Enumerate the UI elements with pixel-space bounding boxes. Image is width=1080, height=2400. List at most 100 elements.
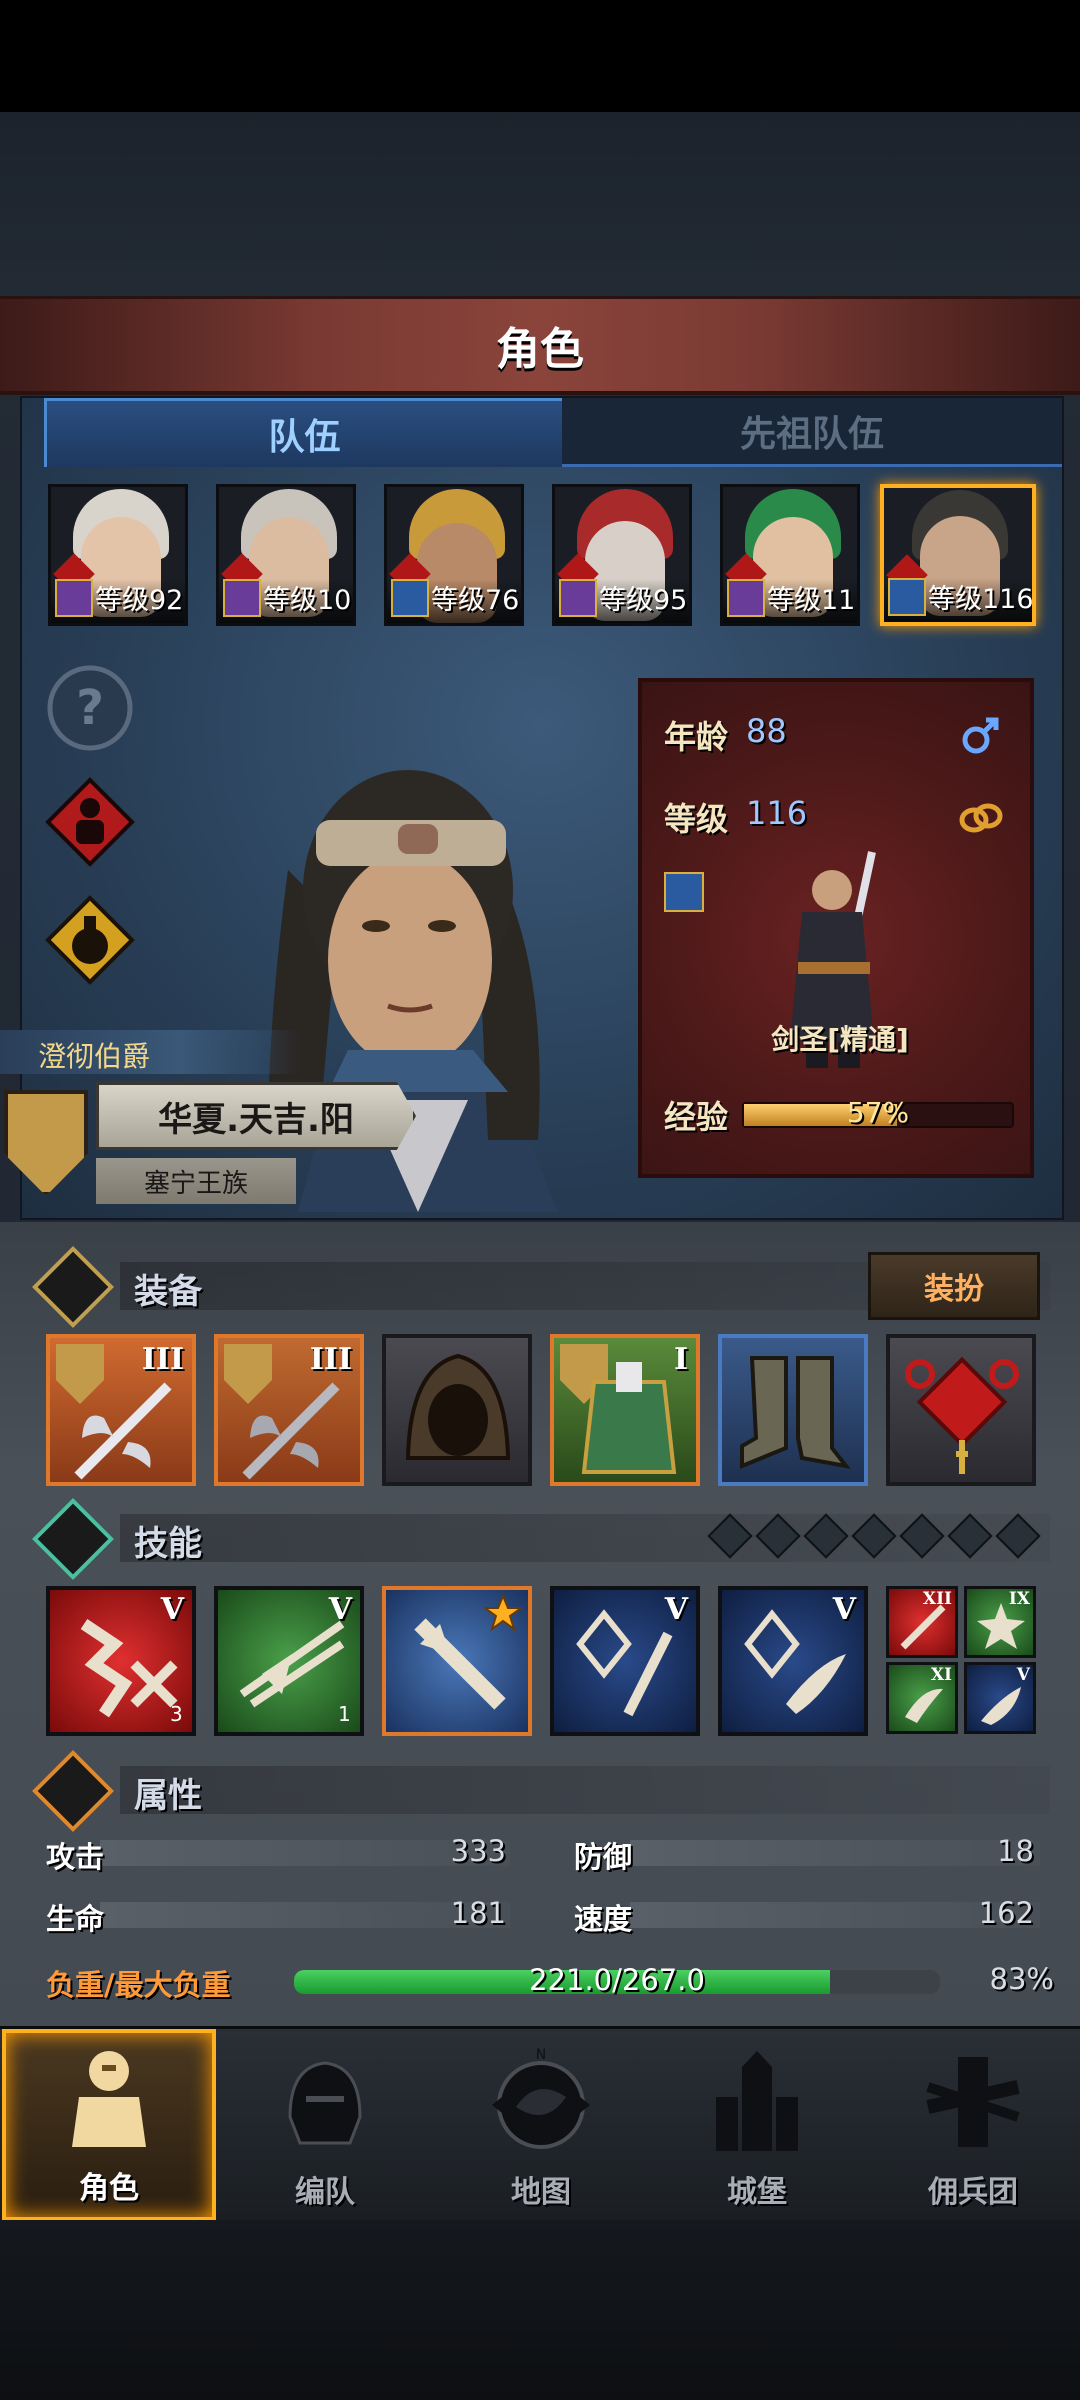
staff-icon xyxy=(55,579,93,617)
mini-skill-2[interactable]: IX xyxy=(964,1586,1036,1658)
hero-slot-2[interactable]: 等级108 xyxy=(216,484,356,626)
nav-mercenary[interactable]: 佣兵团 xyxy=(866,2029,1080,2221)
mercenary-icon xyxy=(926,2057,1020,2147)
armor-icon xyxy=(581,1362,677,1474)
skill-slot-2[interactable]: V 1 xyxy=(214,1586,364,1736)
attack-label: 攻击 xyxy=(46,1840,105,1874)
tab-ancestor-team[interactable]: 先祖队伍 xyxy=(562,398,1062,467)
hero-slot-6-selected[interactable]: 等级116 xyxy=(880,484,1036,626)
hero-level: 等级111 xyxy=(767,585,857,616)
nav-mercenary-label: 佣兵团 xyxy=(928,2175,1018,2210)
male-icon xyxy=(962,717,999,754)
speed-label: 速度 xyxy=(574,1902,633,1936)
tier-label: III xyxy=(141,1342,184,1377)
exp-bar: 57% xyxy=(742,1096,1014,1129)
page-title: 角色 xyxy=(496,324,584,375)
house-plate: 塞宁王族 xyxy=(96,1158,296,1204)
mini-skill-4[interactable]: V xyxy=(964,1662,1036,1734)
equip-slot-hood[interactable] xyxy=(382,1334,532,1486)
load-label: 负重/最大负重 xyxy=(46,1968,231,2002)
tier-label: V xyxy=(832,1592,856,1627)
mini-skill-3[interactable]: XI xyxy=(886,1662,958,1734)
age-value: 88 xyxy=(746,712,787,750)
chinese-knot-icon xyxy=(905,1356,1019,1474)
skill-slot-3[interactable] xyxy=(382,1586,532,1736)
svg-text:?: ? xyxy=(76,680,104,736)
equip-slot-boots[interactable] xyxy=(718,1334,868,1486)
skill-count: 3 xyxy=(170,1702,183,1726)
character-detail-icon[interactable] xyxy=(44,776,136,868)
staff-icon xyxy=(727,579,765,617)
class-sword-icon xyxy=(664,872,704,912)
staff-icon xyxy=(559,579,597,617)
skill-slot-4[interactable]: V xyxy=(550,1586,700,1736)
dress-up-label: 装扮 xyxy=(924,1272,984,1307)
load-percent: 83% xyxy=(989,1962,1054,1996)
halberd-icon xyxy=(74,1382,172,1480)
compass-n: N xyxy=(536,2047,546,2063)
hero-slot-4[interactable]: 等级95 xyxy=(552,484,692,626)
hero-slot-3[interactable]: 等级76 xyxy=(384,484,524,626)
level-label: 等级 xyxy=(664,800,729,838)
title-banner: 角色 xyxy=(0,296,1080,395)
nav-castle[interactable]: 城堡 xyxy=(650,2029,864,2221)
staff-icon xyxy=(223,579,261,617)
tier-label: V xyxy=(160,1592,184,1627)
boots-icon xyxy=(740,1356,851,1469)
defense-label: 防御 xyxy=(574,1840,633,1874)
hero-slot-5[interactable]: 等级111 xyxy=(720,484,860,626)
attributes-label: 属性 xyxy=(134,1776,202,1816)
hp-label: 生命 xyxy=(46,1902,105,1936)
nav-formation-label: 编队 xyxy=(295,2175,355,2210)
skills-label: 技能 xyxy=(134,1524,202,1564)
tier-label: V xyxy=(1016,1665,1030,1685)
defense-value: 18 xyxy=(997,1834,1034,1868)
equip-slot-weapon-2[interactable]: III xyxy=(214,1334,364,1486)
hero-level: 等级95 xyxy=(599,585,688,616)
tab-team[interactable]: 队伍 xyxy=(44,398,565,467)
compass-map-icon: N xyxy=(492,2047,590,2149)
exp-label: 经验 xyxy=(664,1098,729,1136)
help-icon[interactable]: ? xyxy=(44,662,136,754)
noble-title-strip: 澄彻伯爵 xyxy=(0,1030,300,1074)
system-nav-bar xyxy=(0,2220,1080,2400)
exp-percent: 57% xyxy=(846,1096,910,1129)
sword-icon xyxy=(888,578,926,616)
stat-card: 年龄 88 等级 116 剑圣[精通] 经验 57% xyxy=(638,678,1034,1178)
noble-title: 澄彻伯爵 xyxy=(38,1040,151,1073)
skill-count: 1 xyxy=(338,1702,351,1726)
dress-up-button[interactable]: 装扮 xyxy=(868,1252,1040,1320)
skill-slot-5[interactable]: V xyxy=(718,1586,868,1736)
tier-label: XI xyxy=(930,1665,952,1685)
hood-icon xyxy=(405,1353,511,1460)
nav-formation[interactable]: 编队 xyxy=(218,2029,432,2221)
star-icon xyxy=(484,1594,522,1632)
hero-level: 等级116 xyxy=(928,584,1034,615)
sword-icon xyxy=(391,579,429,617)
nav-character[interactable]: 角色 xyxy=(2,2029,216,2221)
equip-slot-weapon-1[interactable]: III xyxy=(46,1334,196,1486)
tier-label: I xyxy=(673,1342,688,1377)
mini-skill-1[interactable]: XII xyxy=(886,1586,958,1658)
load-value: 221.0/267.0 xyxy=(529,1963,705,1997)
tier-label: XII xyxy=(922,1589,952,1609)
level-value: 116 xyxy=(746,794,808,832)
class-name: 剑圣[精通] xyxy=(771,1023,909,1056)
hero-slot-1[interactable]: 等级92 xyxy=(48,484,188,626)
hero-level: 等级76 xyxy=(431,585,520,616)
helmet-icon xyxy=(288,2061,362,2145)
equip-slot-accessory[interactable] xyxy=(886,1334,1036,1486)
halberd-icon xyxy=(242,1382,340,1480)
hero-level: 等级92 xyxy=(95,585,184,616)
house-name: 塞宁王族 xyxy=(143,1168,248,1199)
tab-ancestor-label: 先祖队伍 xyxy=(739,414,884,455)
potion-icon[interactable] xyxy=(44,894,136,986)
ring-icon[interactable] xyxy=(956,792,1006,842)
nav-map[interactable]: N 地图 xyxy=(434,2029,648,2221)
equip-slot-armor[interactable]: I xyxy=(550,1334,700,1486)
status-bar xyxy=(0,0,1080,112)
skill-slot-1[interactable]: V 3 xyxy=(46,1586,196,1736)
character-name-plate[interactable]: 华夏.天吉.阳 xyxy=(96,1082,416,1150)
tier-label: III xyxy=(309,1342,352,1377)
tab-team-label: 队伍 xyxy=(268,417,341,458)
